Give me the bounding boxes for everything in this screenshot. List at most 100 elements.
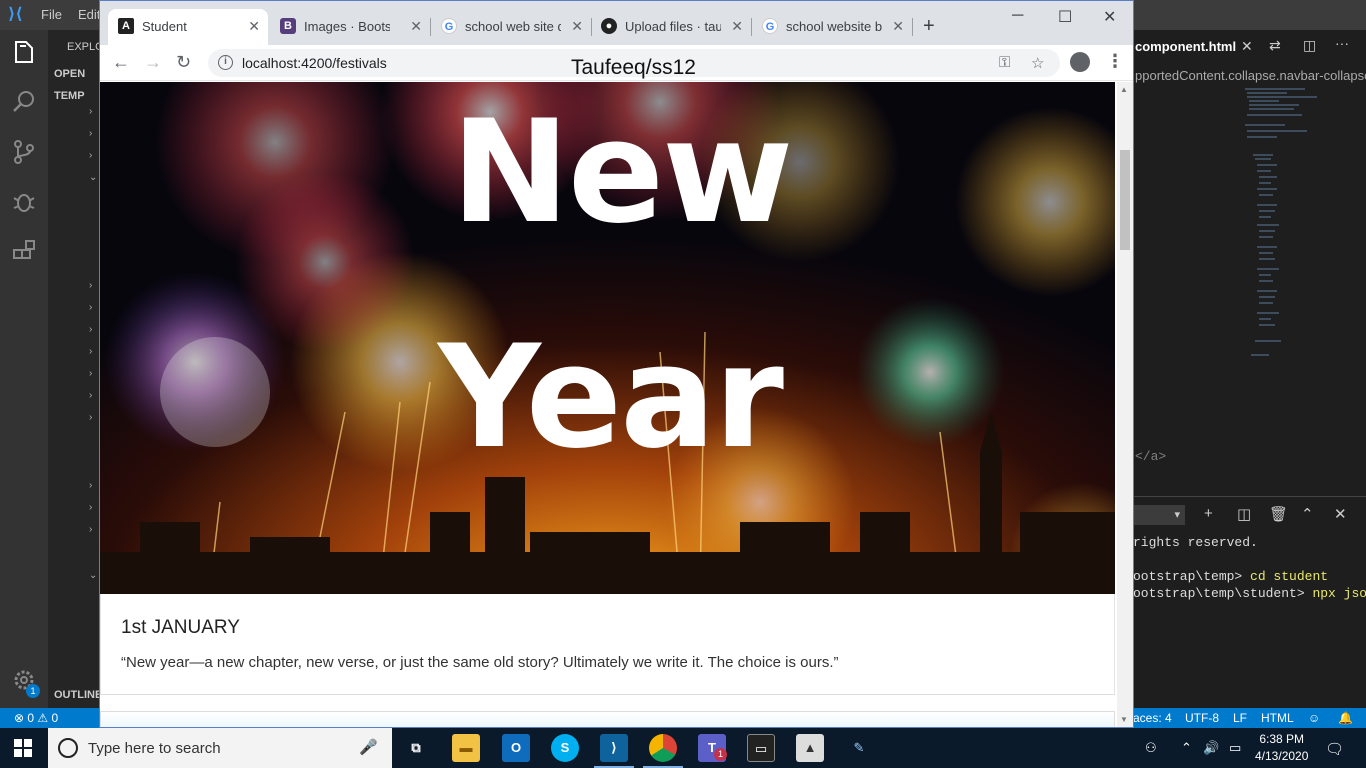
notifications-bell-icon[interactable]: 🔔: [1338, 711, 1353, 725]
new-tab-button[interactable]: +: [923, 15, 935, 38]
volume-icon[interactable]: 🔊: [1203, 740, 1219, 756]
search-placeholder: Type here to search: [88, 740, 221, 757]
card-text: “New year—a new chapter, new verse, or j…: [121, 654, 839, 671]
page-scrollbar[interactable]: ▲ ▼: [1117, 82, 1133, 727]
tab-student[interactable]: A Student ✕: [108, 9, 268, 45]
settings-badge: 1: [26, 684, 40, 698]
scroll-thumb[interactable]: [1120, 150, 1130, 250]
tab-google-search-1[interactable]: G school web site de ✕: [431, 9, 591, 45]
tree-chevron[interactable]: ›: [89, 302, 92, 313]
close-window-button[interactable]: ✕: [1103, 7, 1116, 27]
new-terminal-icon[interactable]: +: [1204, 505, 1213, 522]
tree-chevron[interactable]: ›: [89, 368, 92, 379]
taskbar-clock[interactable]: 6:38 PM 4/13/2020: [1255, 731, 1308, 765]
tree-chevron[interactable]: ›: [89, 524, 92, 535]
tree-chevron[interactable]: ›: [89, 390, 92, 401]
profile-avatar-icon[interactable]: [1070, 52, 1090, 72]
paint-icon[interactable]: ✎: [845, 734, 873, 762]
tree-chevron[interactable]: ›: [89, 106, 92, 117]
back-button[interactable]: ←: [112, 52, 130, 73]
teams-badge: 1: [714, 748, 727, 761]
reload-button[interactable]: ↻: [176, 52, 191, 73]
tab-title: Upload files · taufe: [625, 19, 721, 34]
outline-section[interactable]: OUTLINE: [54, 689, 102, 701]
forward-button[interactable]: →: [144, 52, 162, 73]
url-text[interactable]: localhost:4200/festivals: [242, 55, 387, 71]
show-hidden-icons[interactable]: ⌃: [1181, 740, 1192, 756]
minimap[interactable]: [1241, 85, 1361, 385]
close-panel-icon[interactable]: ✕: [1334, 505, 1347, 523]
clock-time: 6:38 PM: [1259, 732, 1305, 746]
debug-icon[interactable]: [10, 188, 38, 216]
info-icon[interactable]: i: [218, 55, 233, 70]
indentation-indicator[interactable]: aces: 4: [1133, 711, 1172, 725]
tree-chevron[interactable]: ›: [89, 150, 92, 161]
microphone-icon[interactable]: 🎤: [359, 738, 378, 756]
hero-heading-line-1: New: [451, 90, 793, 255]
terminal-select[interactable]: ▾: [1133, 505, 1185, 525]
action-center-icon[interactable]: 🗨: [1325, 740, 1344, 758]
task-view-icon[interactable]: ⧉: [402, 734, 430, 762]
taskbar-search-box[interactable]: Type here to search 🎤: [48, 728, 392, 768]
menu-kebab-icon[interactable]: ⋮: [1106, 51, 1124, 72]
more-actions-icon[interactable]: ···: [1335, 35, 1349, 51]
close-tab-icon[interactable]: ✕: [731, 18, 743, 35]
encoding-indicator[interactable]: UTF-8: [1185, 711, 1219, 725]
search-icon[interactable]: [10, 88, 38, 116]
command-prompt-icon[interactable]: ▭: [747, 734, 775, 762]
tree-chevron[interactable]: ›: [89, 502, 92, 513]
extensions-icon[interactable]: [10, 238, 38, 266]
windows-start-icon[interactable]: [14, 739, 32, 757]
trash-icon[interactable]: 🗑: [1269, 505, 1288, 523]
close-tab-icon[interactable]: ✕: [892, 18, 904, 35]
tree-chevron[interactable]: ›: [89, 346, 92, 357]
tree-chevron[interactable]: ⌄: [89, 172, 97, 183]
tab-title: school web site de: [465, 19, 561, 34]
source-control-icon[interactable]: [10, 138, 38, 166]
problems-indicator[interactable]: ⊗ 0 ⚠ 0: [14, 711, 58, 725]
skype-icon[interactable]: S: [551, 734, 579, 762]
eol-indicator[interactable]: LF: [1233, 711, 1247, 725]
menu-edit[interactable]: Edit: [78, 7, 100, 22]
minimize-button[interactable]: ─: [1012, 7, 1023, 25]
scroll-down-icon[interactable]: ▼: [1120, 715, 1128, 724]
tree-chevron[interactable]: ›: [89, 412, 92, 423]
open-editors-section[interactable]: OPEN: [54, 68, 85, 80]
maximize-panel-icon[interactable]: ⌃: [1301, 505, 1314, 523]
vscode-taskbar-icon[interactable]: ⟩: [600, 734, 628, 762]
tree-chevron[interactable]: ›: [89, 480, 92, 491]
editor-tab[interactable]: component.html ✕ ⇄ ◫ ···: [1133, 30, 1366, 65]
close-tab-icon[interactable]: ✕: [1241, 38, 1253, 55]
close-tab-icon[interactable]: ✕: [410, 18, 422, 35]
breadcrumb[interactable]: pportedContent.collapse.navbar-collapse: [1135, 68, 1366, 83]
scroll-up-icon[interactable]: ▲: [1120, 85, 1128, 94]
star-icon[interactable]: ☆: [1031, 54, 1044, 72]
chrome-icon[interactable]: [649, 734, 677, 762]
key-icon[interactable]: ⚿: [999, 54, 1010, 71]
feedback-icon[interactable]: ☺: [1308, 711, 1320, 725]
tree-chevron[interactable]: ›: [89, 324, 92, 335]
workspace-section[interactable]: TEMP: [54, 90, 85, 102]
files-icon[interactable]: [10, 38, 38, 66]
people-icon[interactable]: ⚇: [1145, 740, 1157, 756]
outlook-icon[interactable]: O: [502, 734, 530, 762]
split-editor-icon[interactable]: ◫: [1303, 37, 1316, 54]
maximize-button[interactable]: ☐: [1058, 7, 1072, 27]
tree-chevron[interactable]: ›: [89, 128, 92, 139]
battery-icon[interactable]: ▭: [1229, 740, 1241, 756]
tab-bootstrap-images[interactable]: B Images · Bootstrap ✕: [270, 9, 430, 45]
tab-title: school website ba: [786, 19, 882, 34]
photos-icon[interactable]: ▲: [796, 734, 824, 762]
tree-chevron[interactable]: ⌄: [89, 570, 97, 581]
language-indicator[interactable]: HTML: [1261, 711, 1294, 725]
close-tab-icon[interactable]: ✕: [571, 18, 583, 35]
close-tab-icon[interactable]: ✕: [248, 18, 260, 35]
tree-chevron[interactable]: ›: [89, 280, 92, 291]
menu-file[interactable]: File: [41, 7, 62, 22]
file-explorer-icon[interactable]: ▬: [452, 734, 480, 762]
compare-icon[interactable]: ⇄: [1269, 37, 1281, 54]
split-terminal-icon[interactable]: ◫: [1237, 505, 1251, 523]
vscode-logo-icon: ⟩⟨: [8, 6, 23, 23]
tab-google-search-2[interactable]: G school website ba ✕: [752, 9, 912, 45]
tab-github-upload[interactable]: ● Upload files · taufe ✕: [591, 9, 751, 45]
